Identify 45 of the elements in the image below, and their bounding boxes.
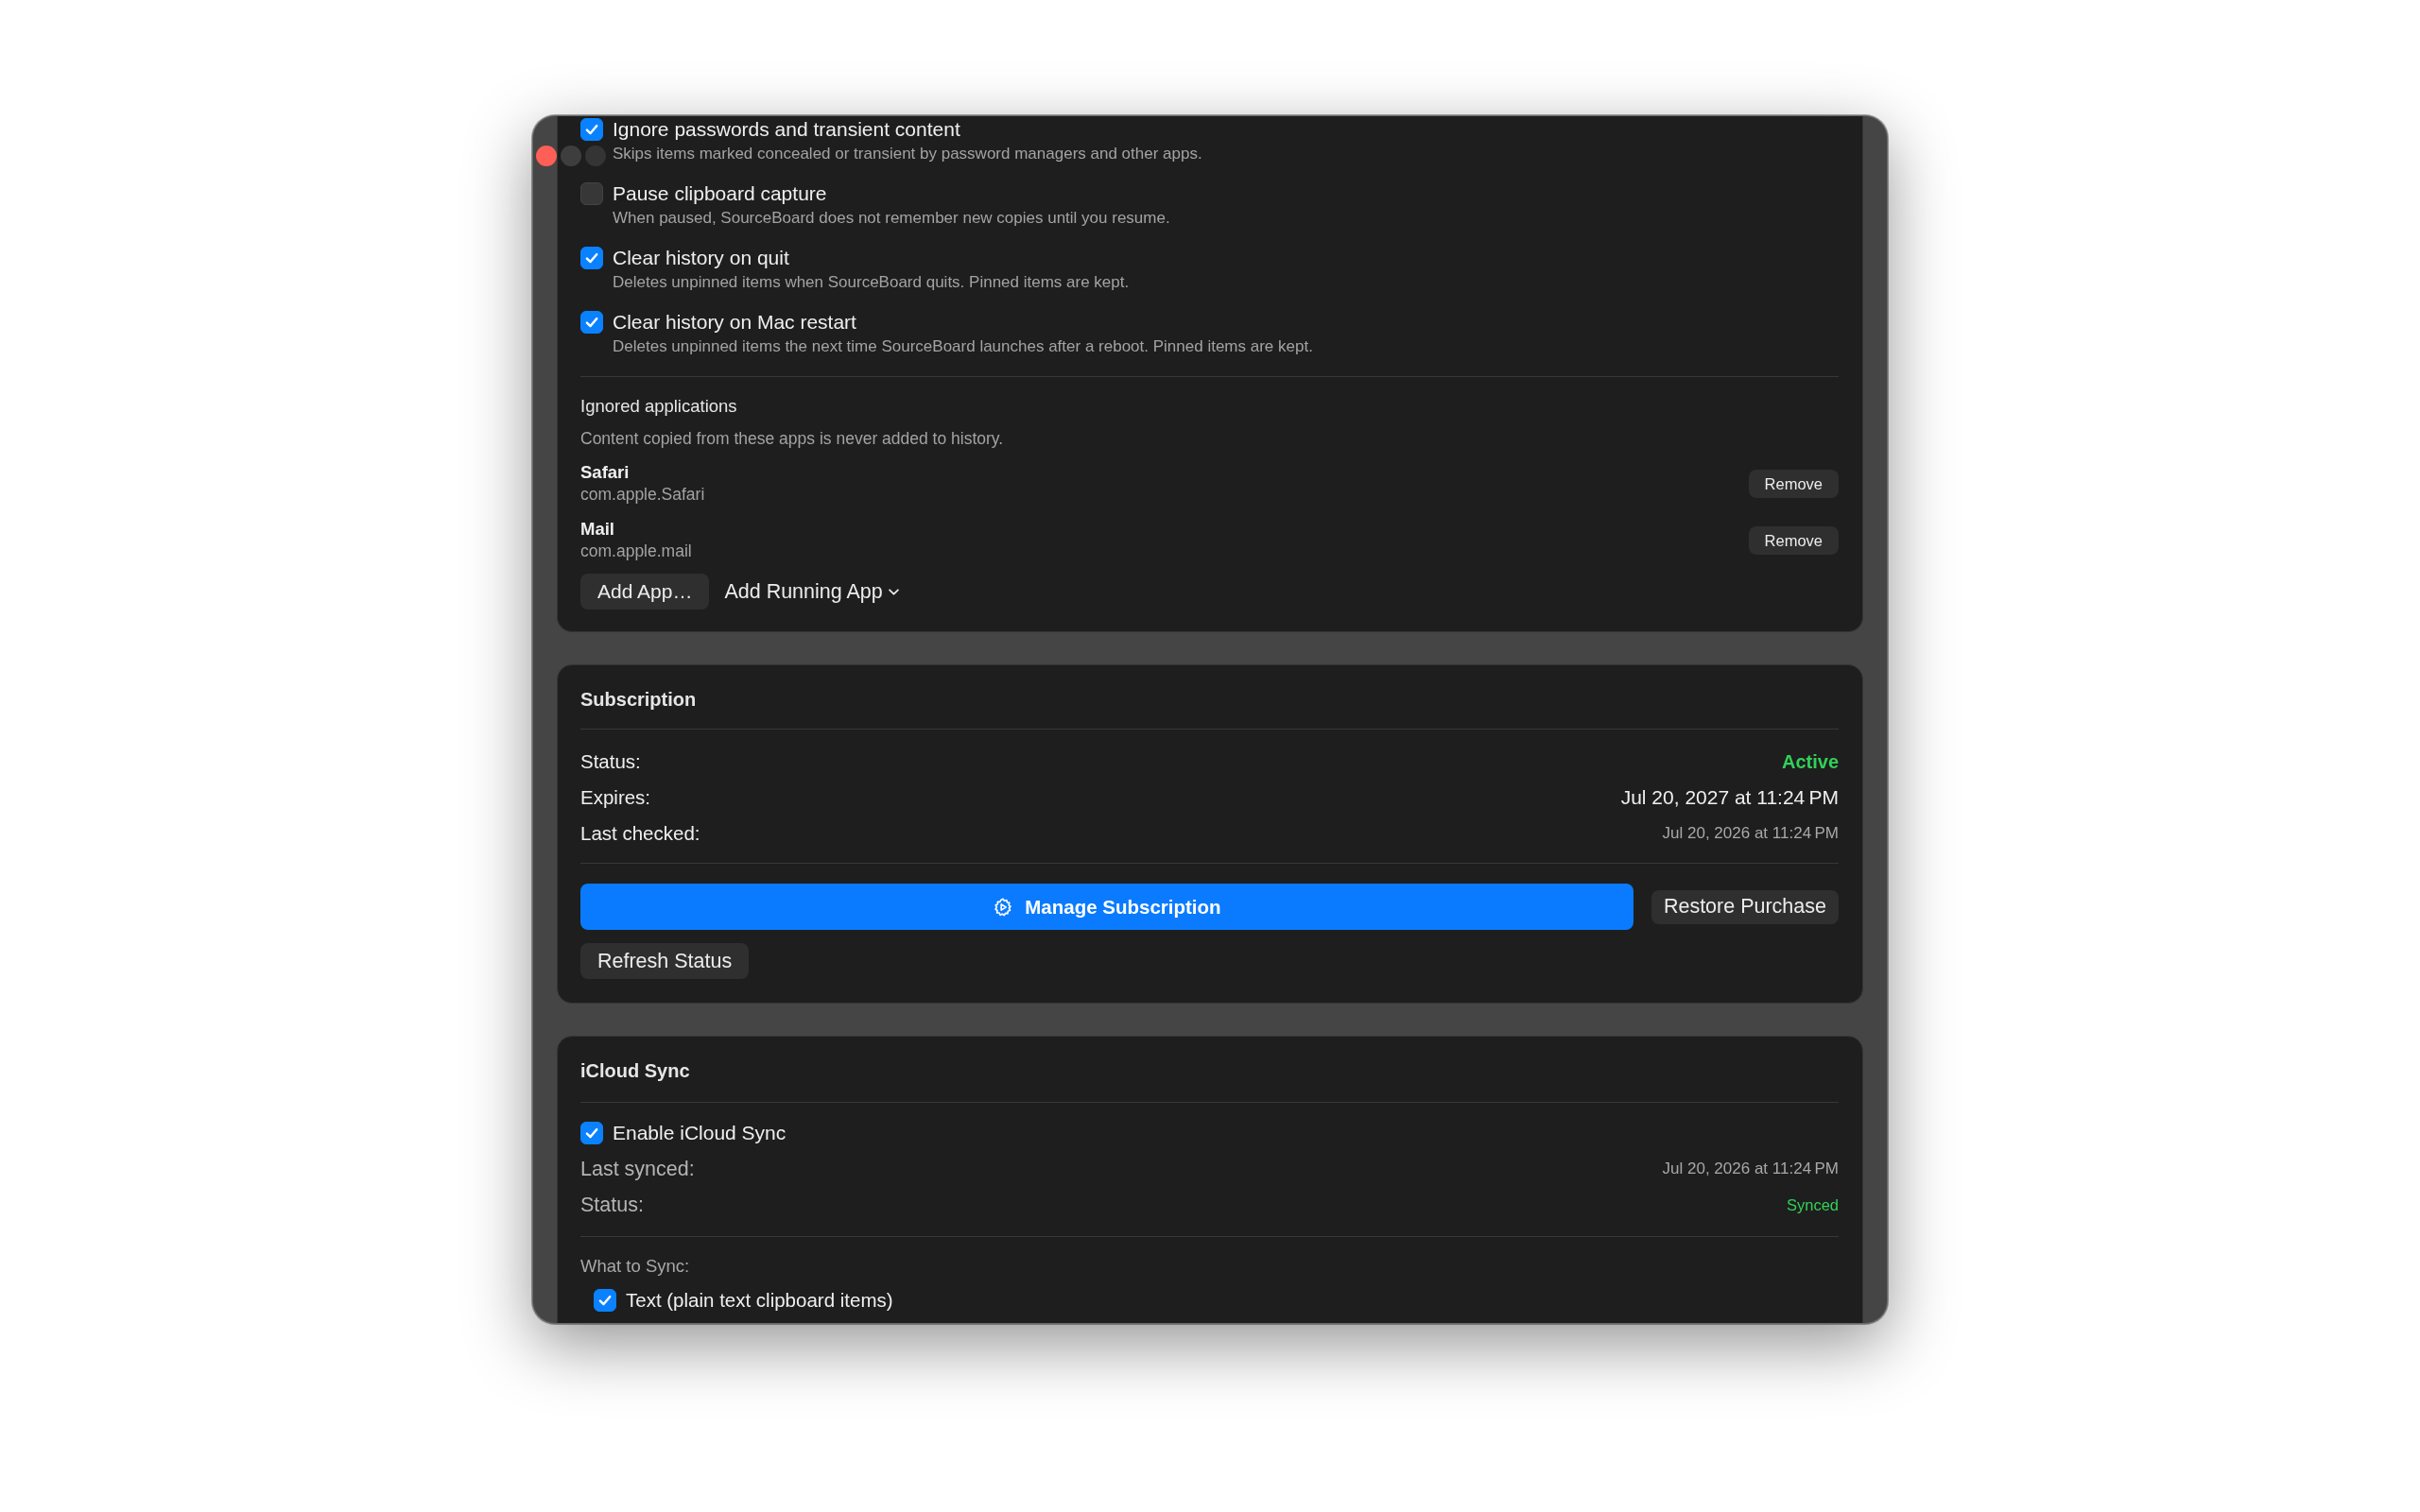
option-description: When paused, SourceBoard does not remember new copies until you resume. [613, 209, 1170, 228]
field-label: Status: [580, 1194, 644, 1216]
checkbox[interactable] [580, 247, 603, 269]
field-label: Last checked: [580, 822, 700, 845]
field-label: Expires: [580, 786, 651, 809]
add-app-button[interactable]: Add App… [580, 574, 710, 610]
field-value: Jul 20, 2027 at 11:24 PM [1620, 786, 1839, 809]
app-name: Safari [580, 462, 630, 483]
manage-subscription-button[interactable]: Manage Subscription [580, 884, 1634, 930]
option-label: Pause clipboard capture [613, 182, 827, 205]
option-label: Ignore passwords and transient content [613, 118, 960, 141]
bundle-identifier: com.apple.Safari [580, 485, 705, 504]
field-label: Status: [580, 750, 641, 773]
option-label: Enable iCloud Sync [613, 1122, 786, 1144]
app-name: Mail [580, 519, 614, 540]
add-running-app-menu[interactable]: Add Running App [722, 574, 901, 610]
checkbox[interactable] [580, 182, 603, 205]
restore-purchase-button[interactable]: Restore Purchase [1651, 889, 1839, 924]
gear-icon [993, 896, 1014, 918]
checkbox[interactable] [580, 1122, 603, 1144]
section-heading: Ignored applications [580, 396, 737, 417]
bundle-identifier: com.apple.mail [580, 541, 692, 560]
field-value: Active [1781, 750, 1839, 773]
section-title: iCloud Sync [580, 1059, 690, 1082]
remove-button[interactable]: Remove [1748, 526, 1839, 555]
field-value: Jul 20, 2026 at 11:24 PM [1662, 823, 1839, 844]
section-description: Content copied from these apps is never added to history. [580, 429, 1004, 448]
field-value: Jul 20, 2026 at 11:24 PM [1662, 1159, 1839, 1179]
option-description: Deletes unpinned items when SourceBoard quits. Pinned items are kept. [613, 273, 1130, 292]
option-description: Deletes unpinned items the next time SourceBoard launches after a reboot. Pinned items are kept. [613, 337, 1313, 356]
group-heading: What to Sync: [580, 1257, 690, 1276]
close-button[interactable] [536, 146, 557, 166]
checkbox[interactable] [580, 118, 603, 141]
field-label: Last synced: [580, 1158, 695, 1180]
refresh-status-button[interactable]: Refresh Status [580, 943, 750, 979]
checkbox[interactable] [580, 311, 603, 334]
option-label: Clear history on quit [613, 247, 789, 269]
option-description: Skips items marked concealed or transient by password managers and other apps. [613, 145, 1202, 163]
chevron-down-icon [888, 588, 899, 595]
field-value: Synced [1786, 1195, 1839, 1215]
remove-button[interactable]: Remove [1748, 470, 1839, 498]
option-label: Text (plain text clipboard items) [626, 1289, 893, 1312]
section-title: Subscription [580, 688, 697, 711]
option-label: Clear history on Mac restart [613, 311, 856, 334]
checkbox[interactable] [594, 1289, 616, 1312]
